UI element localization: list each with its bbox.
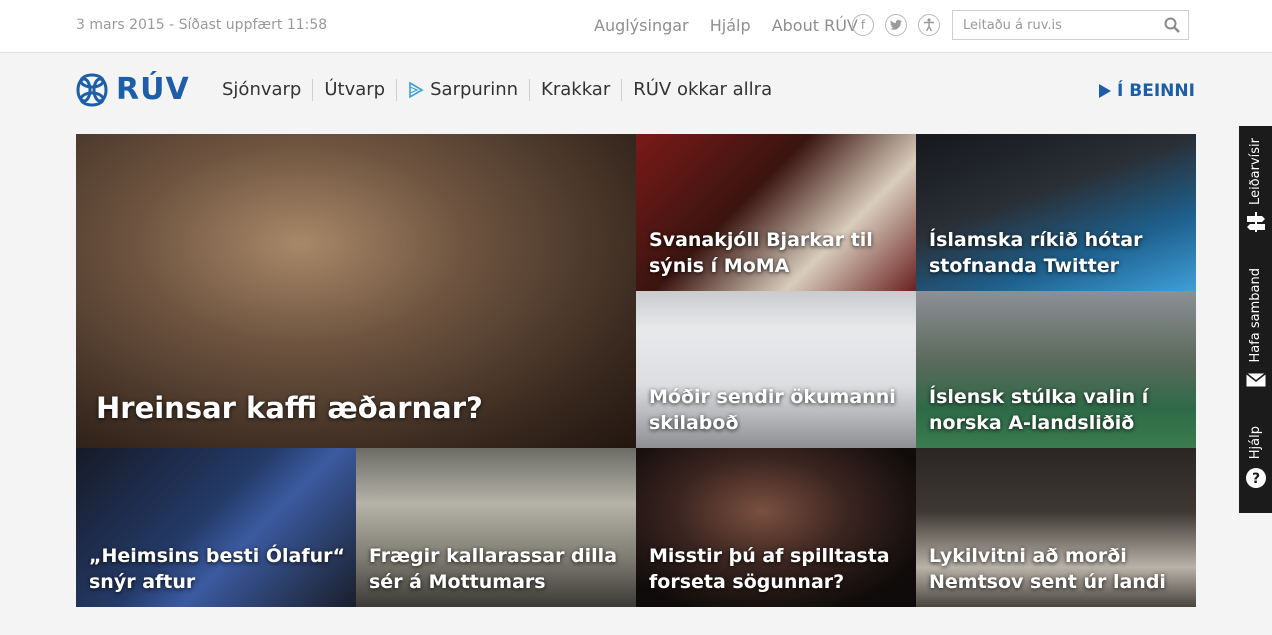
accessibility-icon[interactable] (918, 14, 940, 36)
side-tab: Leiðarvísir Hafa samband Hjálp ? (1239, 126, 1272, 513)
help-link[interactable]: Hjálp (710, 16, 751, 35)
search-input[interactable] (961, 17, 1155, 34)
nav-item-sarpurinn[interactable]: Sarpurinn (396, 79, 529, 101)
news-tile-mottumars[interactable]: Frægir kallarassar dilla sér á Mottumars (356, 448, 636, 607)
news-title: Lykilvitni að morði Nemtsov sent úr land… (929, 545, 1166, 593)
logo-text: RÚV (116, 72, 190, 107)
news-title: Móðir sendir ökumanni skilaboð (649, 386, 896, 434)
search-box (952, 10, 1189, 40)
top-bar: 3 mars 2015 - Síðast uppfært 11:58 Auglý… (0, 0, 1272, 53)
twitter-icon[interactable] (885, 14, 907, 36)
news-title: Svanakjóll Bjarkar til sýnis í MoMA (649, 229, 873, 277)
nav-item-sjonvarp[interactable]: Sjónvarp (222, 79, 312, 101)
news-tile-bjork[interactable]: Svanakjóll Bjarkar til sýnis í MoMA (636, 134, 916, 291)
news-tile-president[interactable]: Misstir þú af spilltasta forseta sögunna… (636, 448, 916, 607)
news-grid: Hreinsar kaffi æðarnar? Svanakjóll Bjark… (76, 134, 1196, 607)
news-tile-football[interactable]: Íslensk stúlka valin í norska A-landslið… (916, 291, 1196, 448)
news-title: Íslamska ríkið hótar stofnanda Twitter (929, 229, 1143, 277)
news-title: Íslensk stúlka valin í norska A-landslið… (929, 386, 1149, 434)
live-button[interactable]: Í BEINNI (1099, 81, 1195, 101)
last-updated-date: 3 mars 2015 - Síðast uppfært 11:58 (76, 17, 328, 33)
news-tile-twitter[interactable]: Íslamska ríkið hótar stofnanda Twitter (916, 134, 1196, 291)
ruv-logo[interactable]: RÚV (76, 72, 190, 107)
main-nav: Sjónvarp Útvarp Sarpurinn Krakkar RÚV ok… (222, 79, 783, 101)
news-tile-coffee[interactable]: Hreinsar kaffi æðarnar? (76, 134, 636, 448)
top-links: Auglýsingar Hjálp About RÚV (594, 16, 874, 35)
news-title: Hreinsar kaffi æðarnar? (96, 391, 483, 425)
question-icon: ? (1245, 468, 1266, 489)
signpost-icon (1246, 211, 1265, 232)
news-title: „Heimsins besti Ólafur“ snýr aftur (89, 545, 345, 593)
nav-item-krakkar[interactable]: Krakkar (529, 79, 621, 101)
facebook-icon[interactable]: f (852, 14, 874, 36)
side-tab-contact[interactable]: Hafa samband (1239, 268, 1272, 387)
news-tile-mother[interactable]: Móðir sendir ökumanni skilaboð (636, 291, 916, 448)
nav-item-utvarp[interactable]: Útvarp (312, 79, 396, 101)
news-tile-olafur[interactable]: „Heimsins besti Ólafur“ snýr aftur (76, 448, 356, 607)
ruv-logo-icon (76, 73, 108, 106)
envelope-icon (1245, 372, 1266, 387)
sarpurinn-play-icon (409, 81, 424, 99)
play-icon (1099, 84, 1111, 98)
news-title: Frægir kallarassar dilla sér á Mottumars (369, 545, 618, 593)
side-tab-help[interactable]: Hjálp ? (1239, 426, 1272, 489)
news-tile-nemtsov[interactable]: Lykilvitni að morði Nemtsov sent úr land… (916, 448, 1196, 607)
search-icon[interactable] (1164, 17, 1180, 33)
ads-link[interactable]: Auglýsingar (594, 16, 689, 35)
news-title: Misstir þú af spilltasta forseta sögunna… (649, 545, 890, 593)
side-tab-guide[interactable]: Leiðarvísir (1239, 138, 1272, 233)
svg-text:?: ? (1251, 471, 1259, 487)
nav-item-ruv-okkar-allra[interactable]: RÚV okkar allra (621, 79, 783, 101)
about-link[interactable]: About RÚV (772, 16, 858, 35)
